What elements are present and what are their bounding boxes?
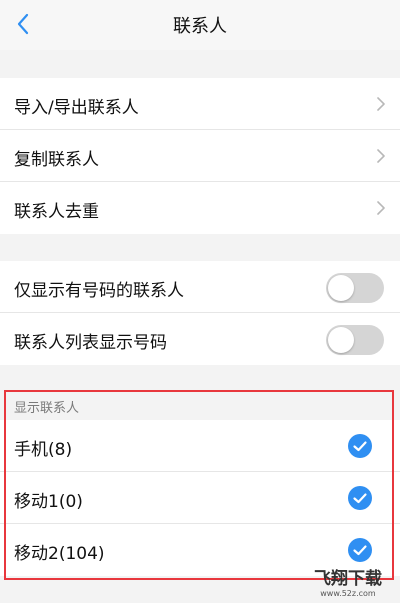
toggle-knob <box>328 275 354 301</box>
chevron-right-icon <box>377 149 385 163</box>
toggle-knob <box>328 327 354 353</box>
watermark-logo: 飞翔下载 www.52z.com <box>314 568 382 598</box>
svg-text:飞翔下载: 飞翔下载 <box>314 568 382 589</box>
show-number-in-list-label: 联系人列表显示号码 <box>14 333 167 353</box>
checkmark-icon[interactable] <box>348 434 372 458</box>
account-mobile1-label: 移动1(0) <box>14 492 83 512</box>
import-export-contacts-label: 导入/导出联系人 <box>14 98 139 118</box>
checkmark-icon[interactable] <box>348 486 372 510</box>
svg-text:www.52z.com: www.52z.com <box>320 589 376 598</box>
page-title: 联系人 <box>173 16 227 37</box>
account-phone-row[interactable]: 手机(8) <box>0 420 400 472</box>
import-export-group: 导入/导出联系人 复制联系人 联系人去重 <box>0 78 400 234</box>
show-only-with-number-label: 仅显示有号码的联系人 <box>14 281 184 301</box>
account-mobile2-label: 移动2(104) <box>14 544 105 564</box>
dedupe-contacts-row[interactable]: 联系人去重 <box>0 182 400 234</box>
display-contacts-header-label: 显示联系人 <box>14 401 80 416</box>
checkmark-icon[interactable] <box>348 538 372 562</box>
copy-contacts-label: 复制联系人 <box>14 150 99 170</box>
app-header: 联系人 <box>0 0 400 50</box>
show-number-in-list-toggle[interactable] <box>326 325 384 355</box>
account-mobile1-row[interactable]: 移动1(0) <box>0 472 400 524</box>
import-export-contacts-row[interactable]: 导入/导出联系人 <box>0 78 400 130</box>
account-phone-label: 手机(8) <box>14 440 73 460</box>
copy-contacts-row[interactable]: 复制联系人 <box>0 130 400 182</box>
show-number-in-list-row: 联系人列表显示号码 <box>0 313 400 365</box>
show-only-with-number-toggle[interactable] <box>326 273 384 303</box>
show-only-with-number-row: 仅显示有号码的联系人 <box>0 261 400 313</box>
chevron-right-icon <box>377 201 385 215</box>
contacts-settings-page: 联系人 导入/导出联系人 复制联系人 联系人去重 仅显示有号码的联系人 联系人列… <box>0 0 400 603</box>
display-contacts-group: 手机(8) 移动1(0) 移动2(104) <box>0 420 400 576</box>
chevron-right-icon <box>377 97 385 111</box>
display-options-group: 仅显示有号码的联系人 联系人列表显示号码 <box>0 261 400 365</box>
dedupe-contacts-label: 联系人去重 <box>14 202 99 222</box>
display-contacts-section-header: 显示联系人 <box>0 392 400 418</box>
